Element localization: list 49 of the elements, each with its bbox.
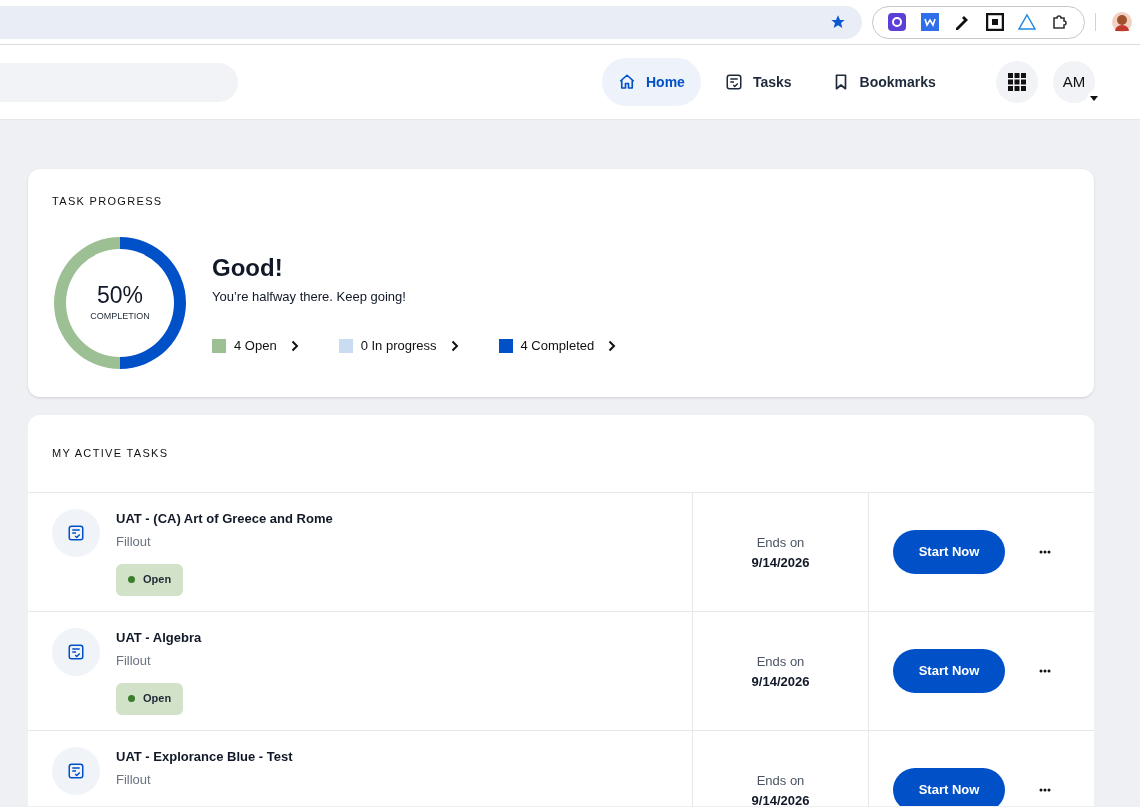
- ellipsis-icon: [1039, 787, 1051, 792]
- ends-date: 9/14/2026: [751, 672, 810, 691]
- task-icon: [52, 508, 100, 557]
- puzzle-icon[interactable]: [1050, 13, 1069, 31]
- status-badge: Open: [116, 563, 184, 596]
- chevron-right-icon: [290, 339, 299, 352]
- apps-button[interactable]: [996, 61, 1038, 103]
- percent-value: 50%: [96, 281, 143, 311]
- status-badge: Open: [116, 682, 184, 715]
- start-now-button[interactable]: Start Now: [893, 529, 1005, 574]
- start-now-button[interactable]: Start Now: [893, 767, 1005, 806]
- task-name: UAT - (CA) Art of Greece and Rome: [116, 509, 333, 528]
- chevron-right-icon: [450, 339, 459, 352]
- user-avatar[interactable]: AM: [1053, 61, 1095, 103]
- nav-tab[interactable]: Home: [602, 58, 701, 106]
- ends-date: 9/14/2026: [751, 791, 810, 806]
- progress-heading: Good!: [212, 252, 284, 283]
- star-icon[interactable]: [830, 14, 846, 30]
- percent-caption: COMPLETION: [90, 310, 150, 324]
- ends-label: Ends on: [756, 653, 805, 671]
- task-name: UAT - Algebra: [116, 628, 202, 647]
- nav-tab[interactable]: Tasks: [708, 58, 808, 106]
- ends-label: Ends on: [756, 534, 805, 552]
- task-type: Fillout: [116, 533, 152, 551]
- profile-avatar-icon[interactable]: [1112, 12, 1132, 32]
- nav-tab[interactable]: Bookmarks: [815, 58, 952, 106]
- section-title: MY ACTIVE TASKS: [28, 415, 1094, 493]
- task-name: UAT - Explorance Blue - Test: [116, 747, 293, 766]
- extension-icon[interactable]: [920, 13, 939, 31]
- progress-message: You’re halfway there. Keep going!: [212, 287, 407, 306]
- legend-link[interactable]: 0 In progress: [360, 336, 459, 356]
- task-icon: [52, 627, 100, 676]
- triangle-icon[interactable]: [1018, 13, 1037, 31]
- chevron-right-icon: [608, 339, 617, 352]
- legend-link[interactable]: 4 Open: [234, 336, 299, 356]
- ellipsis-icon: [1039, 668, 1051, 673]
- home-icon: [618, 73, 636, 91]
- ellipsis-icon: [1039, 549, 1051, 554]
- task-icon: [52, 746, 100, 795]
- task-type: Fillout: [116, 652, 152, 670]
- grid-icon: [1008, 73, 1026, 91]
- start-now-button[interactable]: Start Now: [893, 648, 1005, 693]
- ends-date: 9/14/2026: [751, 553, 810, 572]
- extension-icon[interactable]: [888, 13, 907, 31]
- checklist-icon: [724, 73, 743, 91]
- task-type: Fillout: [116, 771, 152, 789]
- ends-label: Ends on: [756, 772, 805, 790]
- section-title: TASK PROGRESS: [52, 194, 164, 209]
- legend-link[interactable]: 4 Completed: [520, 336, 617, 356]
